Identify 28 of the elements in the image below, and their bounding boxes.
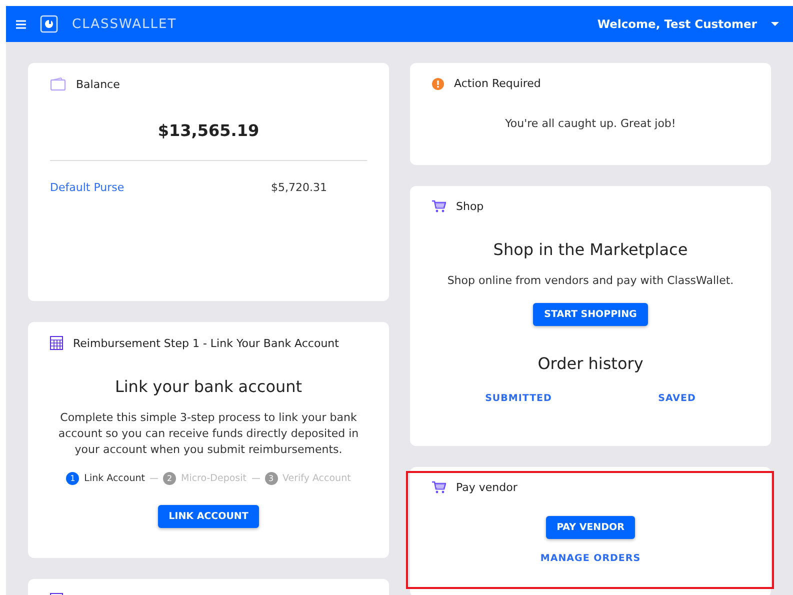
welcome-text[interactable]: Welcome, Test Customer xyxy=(597,17,757,31)
card-title: Reimbursement Step 1 - Link Your Bank Account xyxy=(73,336,339,350)
card-title: Pay vendor xyxy=(456,481,518,494)
card-heading: Link your bank account xyxy=(114,377,302,396)
step-label: Micro-Deposit xyxy=(181,473,246,484)
balance-total: $13,565.19 xyxy=(158,121,260,140)
purse-link[interactable]: Default Purse xyxy=(50,181,124,194)
step-number: 1 xyxy=(66,472,80,485)
card-title: Shop xyxy=(456,200,484,213)
pay-vendor-button[interactable]: PAY VENDOR xyxy=(546,516,636,539)
card-title: Action Required xyxy=(454,77,541,90)
card-title: Balance xyxy=(76,78,120,90)
step-label: Verify Account xyxy=(282,473,351,484)
order-filter-link[interactable]: SAVED xyxy=(658,393,696,404)
link-account-button[interactable]: LINK ACCOUNT xyxy=(158,505,260,528)
order-filter-link[interactable]: SUBMITTED xyxy=(485,393,552,404)
step-number: 3 xyxy=(264,472,278,485)
section-heading: Order history xyxy=(538,354,644,373)
manage-orders-link[interactable]: MANAGE ORDERS xyxy=(540,553,641,564)
step-label: Link Account xyxy=(84,473,145,484)
purse-amount: $5,720.31 xyxy=(271,181,327,194)
card-heading: Shop in the Marketplace xyxy=(493,240,688,259)
step-number: 2 xyxy=(163,472,176,485)
card-description: Shop online from vendors and pay with ClassWallet. xyxy=(447,273,734,289)
brand-name: CLASSWALLET xyxy=(72,16,177,32)
card-description: Complete this simple 3-step process to link your bank account so you can receive funds directly deposited in your account when you submit reimbursements. xyxy=(57,410,360,458)
status-message: You're all caught up. Great job! xyxy=(505,116,676,132)
start-shopping-button[interactable]: START SHOPPING xyxy=(533,303,648,326)
